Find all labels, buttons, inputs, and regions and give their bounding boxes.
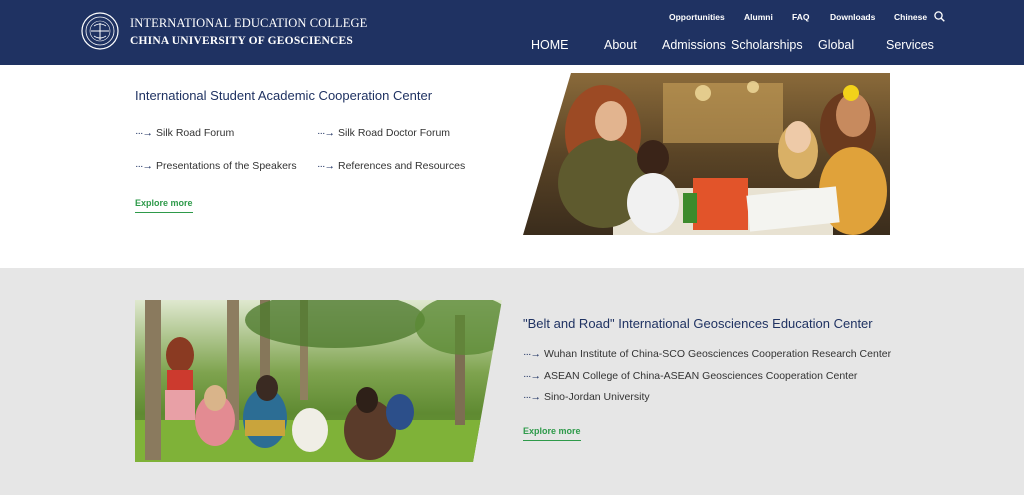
util-link-alumni[interactable]: Alumni (744, 12, 773, 22)
link-label: References and Resources (338, 160, 466, 172)
arrow-right-icon: ···→ (317, 160, 335, 172)
util-link-chinese[interactable]: Chinese (894, 12, 927, 22)
link-label: Sino-Jordan University (544, 391, 650, 403)
arrow-right-icon: ···→ (523, 370, 541, 382)
util-link-faq[interactable]: FAQ (792, 12, 809, 22)
link-label: Silk Road Doctor Forum (338, 127, 451, 139)
nav-scholarships[interactable]: Scholarships (731, 38, 803, 52)
link-label: ASEAN College of China-ASEAN Geosciences… (544, 370, 858, 382)
logo-line-1: INTERNATIONAL EDUCATION COLLEGE (130, 16, 368, 30)
section-title: "Belt and Road" International Geoscience… (523, 316, 873, 331)
util-link-downloads[interactable]: Downloads (830, 12, 875, 22)
site-header: INTERNATIONAL EDUCATION COLLEGE CHINA UN… (0, 0, 1024, 65)
arrow-right-icon: ···→ (135, 160, 153, 172)
university-seal-icon[interactable] (81, 12, 119, 50)
nav-global[interactable]: Global (818, 38, 854, 52)
academic-cooperation-section: International Student Academic Cooperati… (0, 65, 1024, 268)
belt-and-road-section: "Belt and Road" International Geoscience… (0, 268, 1024, 495)
link-silk-road-doctor-forum[interactable]: ···→ Silk Road Doctor Forum (317, 127, 450, 139)
section-title: International Student Academic Cooperati… (135, 88, 433, 103)
arrow-right-icon: ···→ (523, 348, 541, 360)
link-label: Silk Road Forum (156, 127, 235, 139)
util-link-opportunities[interactable]: Opportunities (669, 12, 725, 22)
link-wuhan-institute-sco[interactable]: ···→ Wuhan Institute of China-SCO Geoscie… (523, 348, 891, 360)
nav-services[interactable]: Services (886, 38, 934, 52)
nav-about[interactable]: About (604, 38, 637, 52)
explore-more-link[interactable]: Explore more (135, 198, 193, 213)
arrow-right-icon: ···→ (135, 127, 153, 139)
logo-line-2: CHINA UNIVERSITY OF GEOSCIENCES (130, 35, 353, 47)
nav-admissions[interactable]: Admissions (662, 38, 726, 52)
link-silk-road-forum[interactable]: ···→ Silk Road Forum (135, 127, 234, 139)
search-icon[interactable] (934, 11, 945, 22)
students-on-lawn-photo (135, 300, 502, 462)
students-studying-photo (523, 73, 890, 235)
link-sino-jordan-university[interactable]: ···→ Sino-Jordan University (523, 391, 650, 403)
link-asean-college[interactable]: ···→ ASEAN College of China-ASEAN Geoscie… (523, 370, 857, 382)
link-references-and-resources[interactable]: ···→ References and Resources (317, 160, 465, 172)
explore-more-link[interactable]: Explore more (523, 426, 581, 441)
nav-home[interactable]: HOME (531, 38, 569, 52)
arrow-right-icon: ···→ (317, 127, 335, 139)
arrow-right-icon: ···→ (523, 391, 541, 403)
link-label: Wuhan Institute of China-SCO Geosciences… (544, 348, 892, 360)
link-presentations-of-speakers[interactable]: ···→ Presentations of the Speakers (135, 160, 297, 172)
link-label: Presentations of the Speakers (156, 160, 297, 172)
